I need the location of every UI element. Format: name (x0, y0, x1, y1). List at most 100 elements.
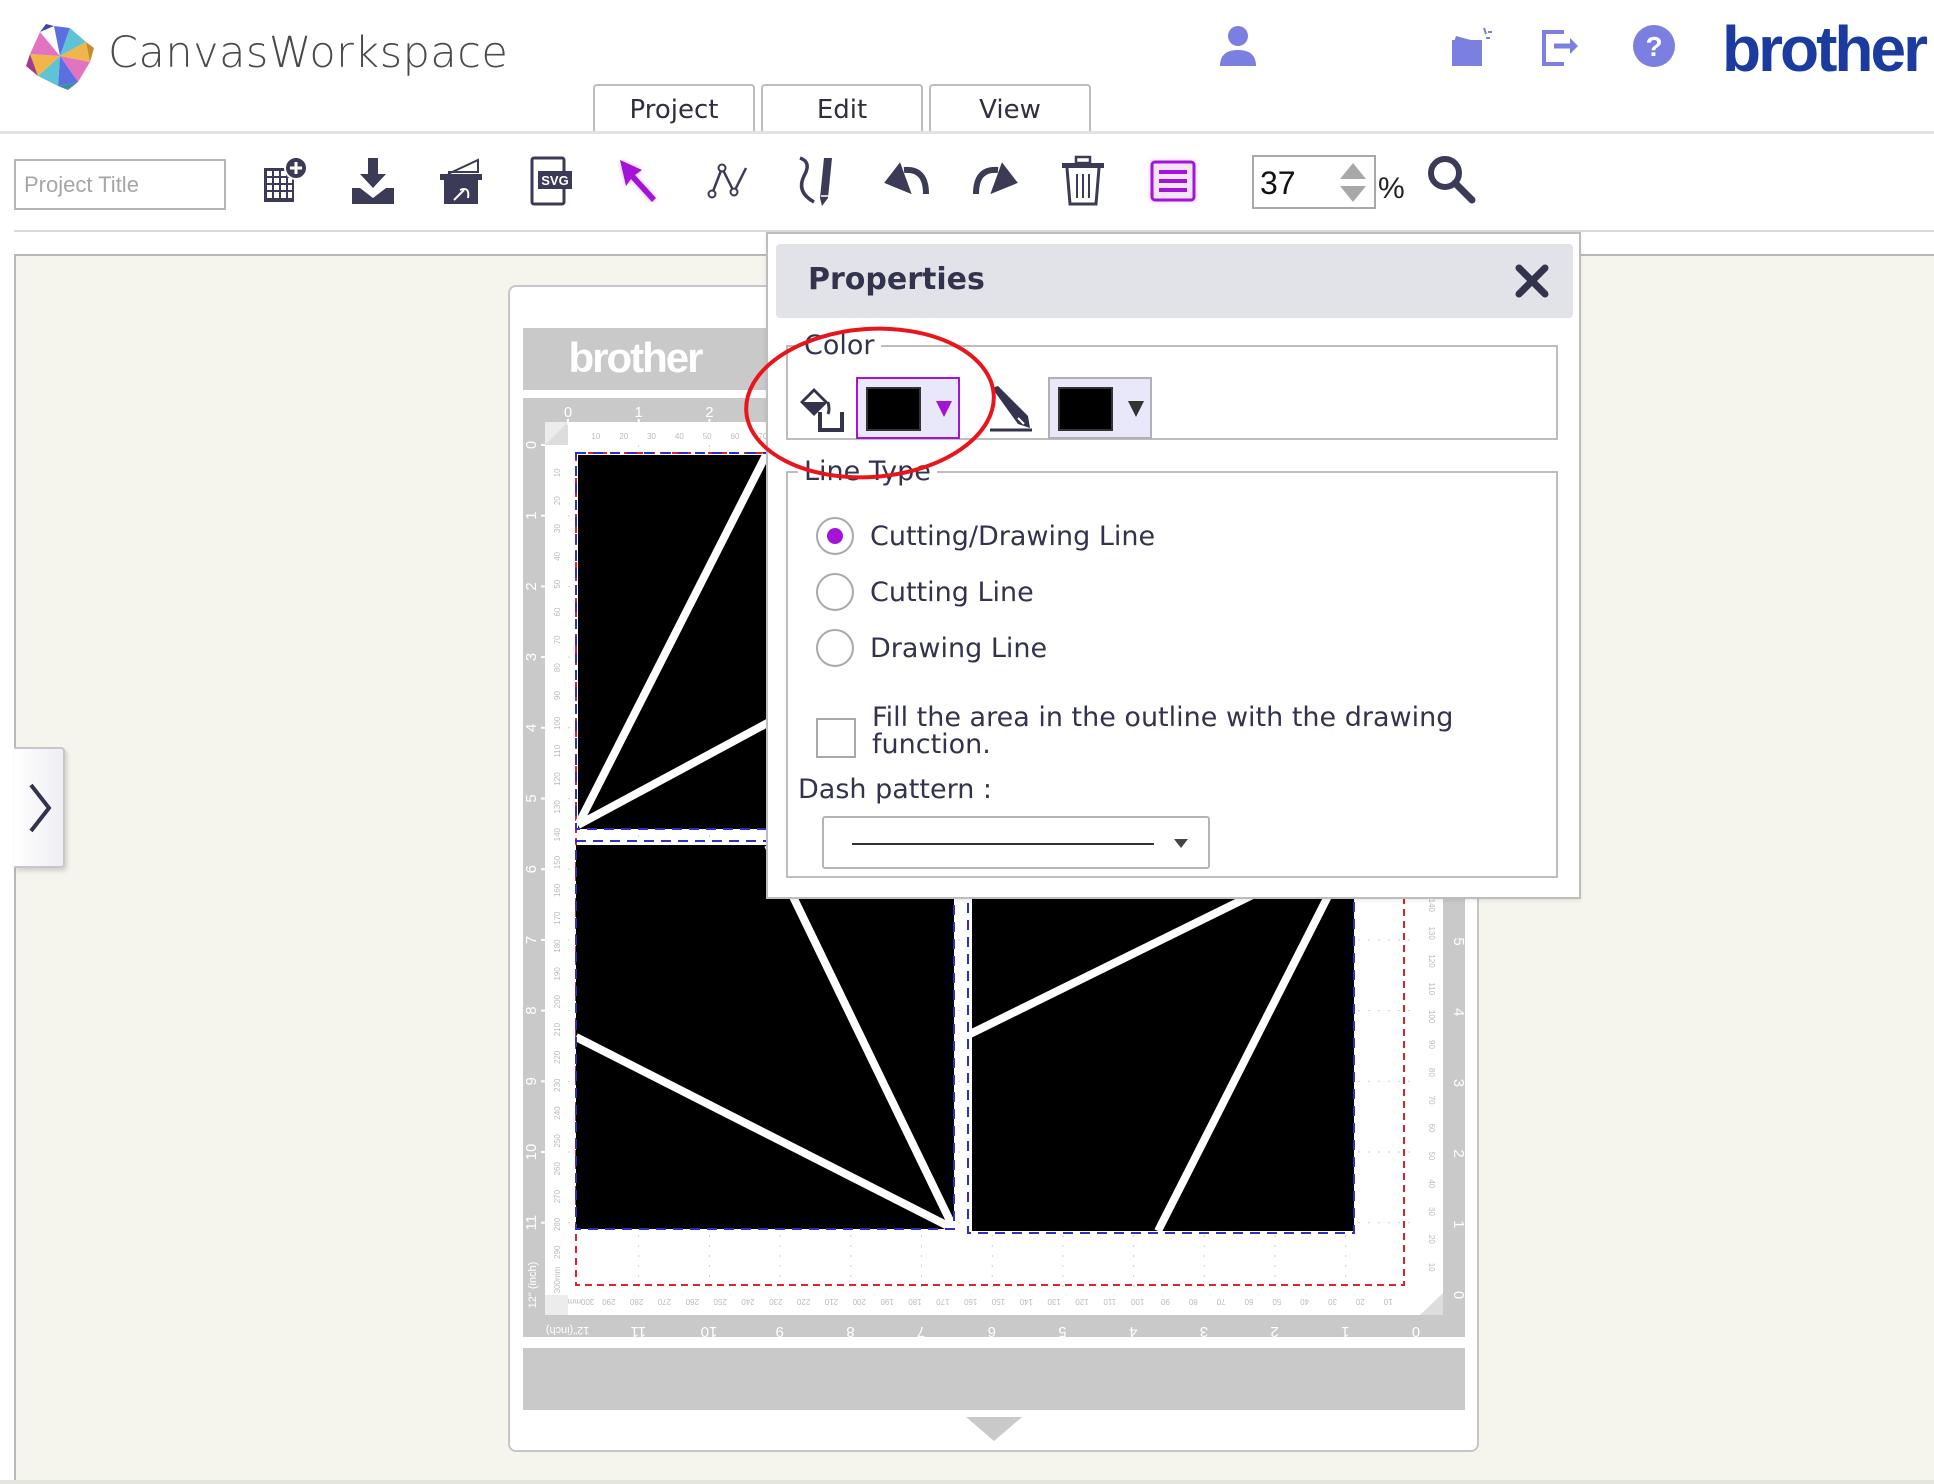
radio-button[interactable] (816, 517, 854, 555)
ruler-bottom-mm-label: 80 (1188, 1297, 1197, 1306)
ruler-bottom-mm-label: 250 (713, 1297, 727, 1306)
ruler-right-inch-label: 4 (1450, 1008, 1467, 1016)
ruler-bottom-mm-label: 180 (908, 1297, 922, 1306)
new-project-icon (264, 156, 308, 202)
ruler-left-mm-label: 130 (553, 800, 562, 814)
help-icon[interactable]: ? (1630, 22, 1678, 70)
ruler-bottom-mm-label: 240 (741, 1297, 755, 1306)
ruler-bottom-mm-label: 140 (1019, 1297, 1033, 1306)
zoom-unit: % (1378, 172, 1405, 205)
logout-icon[interactable] (1536, 22, 1584, 70)
sidebar-toggle-button[interactable] (14, 747, 65, 868)
ruler-left-mm-label: 10 (553, 468, 562, 477)
new-project-button[interactable] (252, 150, 314, 212)
main-tabs: Project Edit View (593, 84, 1091, 133)
tab-edit[interactable]: Edit (761, 84, 923, 133)
caret-down-icon (1174, 839, 1188, 848)
ruler-left-mm-label: 280 (553, 1217, 562, 1231)
ruler-top-mm-label: 30 (647, 432, 656, 441)
line-color-dropdown[interactable] (1048, 377, 1152, 439)
ruler-left-mm-label: 290 (553, 1245, 562, 1259)
zoom-input[interactable] (1260, 165, 1330, 202)
ruler-left-mm-label: 40 (553, 551, 562, 560)
scan-button[interactable] (430, 150, 492, 212)
ruler-left-inch-label: 8 (523, 1006, 540, 1014)
canvasworkspace-logo (26, 24, 94, 90)
ruler-bottom-mm-label: 30 (1328, 1297, 1337, 1306)
radio-cutting-drawing-line[interactable]: Cutting/Drawing Line (816, 517, 1155, 555)
mat-expand-arrow[interactable] (966, 1417, 1022, 1441)
redo-button[interactable] (964, 150, 1026, 212)
line-color-swatch (1058, 387, 1113, 431)
zoom-search-button[interactable] (1420, 148, 1482, 210)
ruler-bottom-inch-label: 6 (988, 1323, 996, 1340)
radio-button[interactable] (816, 573, 854, 611)
ruler-left-mm-label: 180 (553, 939, 562, 953)
select-tool-button[interactable] (608, 150, 670, 212)
radio-drawing-line[interactable]: Drawing Line (816, 629, 1047, 667)
ruler-right-inch-label: 1 (1450, 1220, 1467, 1228)
project-title-input[interactable] (14, 159, 226, 210)
canvas-workspace-app: CanvasWorkspace ? brother Project Edit V… (0, 0, 1934, 1484)
svg-text:SVG: SVG (541, 173, 568, 188)
fill-color-dropdown[interactable] (856, 377, 960, 439)
ruler-top-mm-label: 50 (703, 432, 712, 441)
ruler-bottom-mm-label: 90 (1160, 1297, 1169, 1306)
caret-down-icon (1128, 401, 1144, 417)
tab-view[interactable]: View (929, 84, 1091, 133)
app-title: CanvasWorkspace (108, 28, 509, 78)
ruler-left-inch-label: 6 (523, 865, 540, 873)
ruler-bottom-mm-label: 230 (769, 1297, 783, 1306)
shape-piece-2[interactable] (574, 840, 958, 1233)
zoom-down-arrow[interactable] (1340, 186, 1366, 202)
color-group-label: Color (804, 330, 875, 361)
ruler-left-inch-label: 5 (523, 794, 540, 802)
properties-panel: Properties Color Line Type Cutting/Drawi… (766, 232, 1581, 899)
radio-button[interactable] (816, 629, 854, 667)
ruler-top-mm-label: 40 (675, 432, 684, 441)
ruler-bottom-inch-label: 4 (1129, 1323, 1137, 1340)
close-button[interactable] (1511, 260, 1553, 302)
ruler-left-mm-label: 260 (553, 1161, 562, 1175)
ruler-bottom-inch-label: 2 (1270, 1323, 1278, 1340)
radio-cutting-line[interactable]: Cutting Line (816, 573, 1034, 611)
svg-export-button[interactable]: SVG (520, 150, 582, 212)
ruler-left-mm-label: 270 (553, 1189, 562, 1203)
fill-area-checkbox-row[interactable]: Fill the area in the outline with the dr… (816, 704, 1512, 758)
close-icon (1515, 264, 1549, 298)
delete-button[interactable] (1052, 150, 1114, 212)
ruler-left-mm-label: 70 (553, 635, 562, 644)
undo-button[interactable] (876, 150, 938, 212)
ruler-left-inch-label: 4 (523, 724, 540, 732)
ruler-left-inch-label: 1 (523, 512, 540, 520)
user-icon[interactable] (1214, 22, 1262, 70)
tab-project[interactable]: Project (593, 84, 755, 133)
ruler-right-mm-label: 110 (1427, 982, 1436, 995)
ruler-top-mm-label: 10 (591, 432, 600, 441)
ruler-bottom-mm-label: 100 (1130, 1297, 1144, 1306)
ruler-bottom-inch-label: 8 (846, 1323, 854, 1340)
draw-tool-button[interactable] (786, 150, 848, 212)
dash-pattern-select[interactable] (822, 816, 1210, 869)
line-pen-icon (988, 384, 1038, 438)
select-arrow-icon (620, 160, 656, 202)
zoom-stepper[interactable] (1252, 155, 1376, 209)
ruler-left-mm-label: 250 (553, 1134, 562, 1148)
ruler-right-mm-label: 70 (1427, 1096, 1436, 1105)
ruler-left-mm-label: 110 (553, 744, 562, 757)
ruler-right-mm-label: 140 (1427, 899, 1436, 913)
scan-icon (440, 158, 482, 204)
zoom-up-arrow[interactable] (1340, 163, 1366, 179)
ruler-right-mm-label: 100 (1427, 1010, 1436, 1024)
magnifier-icon (1428, 156, 1476, 204)
ruler-right-mm-label: 130 (1427, 926, 1436, 940)
dash-pattern-label: Dash pattern : (798, 774, 992, 805)
open-folder-icon[interactable] (1446, 22, 1494, 70)
import-button[interactable] (342, 150, 404, 212)
properties-button[interactable] (1142, 150, 1204, 212)
fill-area-checkbox[interactable] (816, 718, 856, 758)
edit-points-button[interactable] (698, 150, 760, 212)
ruler-right-mm-label: 120 (1427, 954, 1436, 968)
ruler-left-mm-label: 210 (553, 1022, 562, 1036)
ruler-bottom-mm-label: 290 (602, 1297, 616, 1306)
